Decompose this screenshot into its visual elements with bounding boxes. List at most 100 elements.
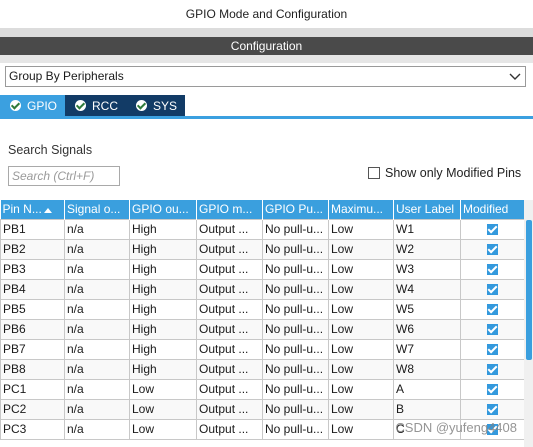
checkbox-checked-icon[interactable] [487,384,498,396]
cell-modified[interactable] [460,298,524,320]
cell-gpio-mode[interactable]: Output ... [196,318,263,340]
column-header-modified[interactable]: Modified [460,200,524,219]
cell-pin[interactable]: PB8 [0,358,65,380]
cell-user-label[interactable]: W4 [393,278,461,300]
cell-user-label[interactable]: W7 [393,338,461,360]
cell-gpio-pull[interactable]: No pull-u... [262,418,329,440]
cell-max-speed[interactable]: Low [328,258,394,280]
cell-gpio-pull[interactable]: No pull-u... [262,338,329,360]
cell-gpio-output[interactable]: High [129,338,197,360]
checkbox-checked-icon[interactable] [487,364,498,376]
cell-gpio-output[interactable]: High [129,218,197,240]
checkbox-checked-icon[interactable] [487,404,498,416]
table-row[interactable]: PB7 n/a High Output ... No pull-u... Low W7 [0,338,524,360]
column-header-gpio-pull[interactable]: GPIO Pu... [262,200,329,219]
group-by-select[interactable]: Group By Peripherals [5,66,526,87]
cell-signal[interactable]: n/a [64,298,130,320]
cell-user-label[interactable]: W1 [393,218,461,240]
cell-signal[interactable]: n/a [64,218,130,240]
cell-gpio-mode[interactable]: Output ... [196,378,263,400]
show-modified-pins-checkbox[interactable] [368,167,380,179]
cell-gpio-output[interactable]: Low [129,398,197,420]
checkbox-checked-icon[interactable] [487,304,498,316]
cell-pin[interactable]: PC1 [0,378,65,400]
show-modified-pins-toggle[interactable]: Show only Modified Pins [368,166,521,180]
cell-pin[interactable]: PB3 [0,258,65,280]
cell-signal[interactable]: n/a [64,398,130,420]
cell-max-speed[interactable]: Low [328,318,394,340]
cell-signal[interactable]: n/a [64,278,130,300]
cell-pin[interactable]: PC2 [0,398,65,420]
cell-gpio-mode[interactable]: Output ... [196,418,263,440]
cell-signal[interactable]: n/a [64,418,130,440]
cell-pin[interactable]: PB4 [0,278,65,300]
cell-pin[interactable]: PC3 [0,418,65,440]
column-header-signal[interactable]: Signal o... [64,200,130,219]
cell-modified[interactable] [460,338,524,360]
tab-sys[interactable]: SYS [126,95,186,116]
cell-max-speed[interactable]: Low [328,278,394,300]
cell-pin[interactable]: PB2 [0,238,65,260]
cell-max-speed[interactable]: Low [328,338,394,360]
cell-user-label[interactable]: W6 [393,318,461,340]
cell-max-speed[interactable]: Low [328,398,394,420]
cell-modified[interactable] [460,358,524,380]
cell-gpio-pull[interactable]: No pull-u... [262,358,329,380]
cell-pin[interactable]: PB1 [0,218,65,240]
cell-user-label[interactable]: W3 [393,258,461,280]
cell-gpio-output[interactable]: High [129,318,197,340]
checkbox-checked-icon[interactable] [487,224,498,236]
search-signals-input[interactable] [8,166,120,186]
cell-max-speed[interactable]: Low [328,358,394,380]
column-header-gpio-output[interactable]: GPIO ou... [129,200,197,219]
column-header-user-label[interactable]: User Label [393,200,461,219]
checkbox-checked-icon[interactable] [487,324,498,336]
cell-gpio-output[interactable]: High [129,358,197,380]
cell-gpio-pull[interactable]: No pull-u... [262,378,329,400]
checkbox-checked-icon[interactable] [487,244,498,256]
cell-gpio-pull[interactable]: No pull-u... [262,258,329,280]
cell-modified[interactable] [460,258,524,280]
cell-max-speed[interactable]: Low [328,218,394,240]
cell-gpio-pull[interactable]: No pull-u... [262,218,329,240]
cell-signal[interactable]: n/a [64,238,130,260]
cell-max-speed[interactable]: Low [328,238,394,260]
cell-user-label[interactable]: W2 [393,238,461,260]
table-row[interactable]: PB4 n/a High Output ... No pull-u... Low W4 [0,278,524,300]
tab-rcc[interactable]: RCC [65,95,127,116]
cell-max-speed[interactable]: Low [328,298,394,320]
column-header-gpio-mode[interactable]: GPIO m... [196,200,263,219]
cell-max-speed[interactable]: Low [328,378,394,400]
cell-gpio-output[interactable]: Low [129,378,197,400]
cell-gpio-mode[interactable]: Output ... [196,298,263,320]
table-row[interactable]: PC2 n/a Low Output ... No pull-u... Low B [0,398,524,420]
checkbox-checked-icon[interactable] [487,344,498,356]
vertical-scrollbar[interactable] [524,200,533,447]
column-header-pin[interactable]: Pin N... [0,200,65,219]
cell-gpio-pull[interactable]: No pull-u... [262,318,329,340]
cell-gpio-mode[interactable]: Output ... [196,238,263,260]
cell-signal[interactable]: n/a [64,338,130,360]
cell-gpio-output[interactable]: High [129,238,197,260]
cell-pin[interactable]: PB7 [0,338,65,360]
tab-gpio[interactable]: GPIO [0,95,66,116]
cell-user-label[interactable]: B [393,398,461,420]
cell-user-label[interactable]: A [393,378,461,400]
cell-modified[interactable] [460,238,524,260]
table-row[interactable]: PB1 n/a High Output ... No pull-u... Low W1 [0,218,524,240]
cell-modified[interactable] [460,278,524,300]
checkbox-checked-icon[interactable] [487,284,498,296]
cell-gpio-output[interactable]: High [129,258,197,280]
checkbox-checked-icon[interactable] [487,264,498,276]
cell-pin[interactable]: PB6 [0,318,65,340]
table-row[interactable]: PB5 n/a High Output ... No pull-u... Low W5 [0,298,524,320]
cell-gpio-mode[interactable]: Output ... [196,258,263,280]
cell-signal[interactable]: n/a [64,258,130,280]
table-row[interactable]: PB6 n/a High Output ... No pull-u... Low W6 [0,318,524,340]
cell-gpio-pull[interactable]: No pull-u... [262,298,329,320]
table-row[interactable]: PB8 n/a High Output ... No pull-u... Low W8 [0,358,524,380]
cell-user-label[interactable]: W8 [393,358,461,380]
cell-signal[interactable]: n/a [64,358,130,380]
cell-signal[interactable]: n/a [64,378,130,400]
scrollbar-thumb[interactable] [526,220,532,360]
